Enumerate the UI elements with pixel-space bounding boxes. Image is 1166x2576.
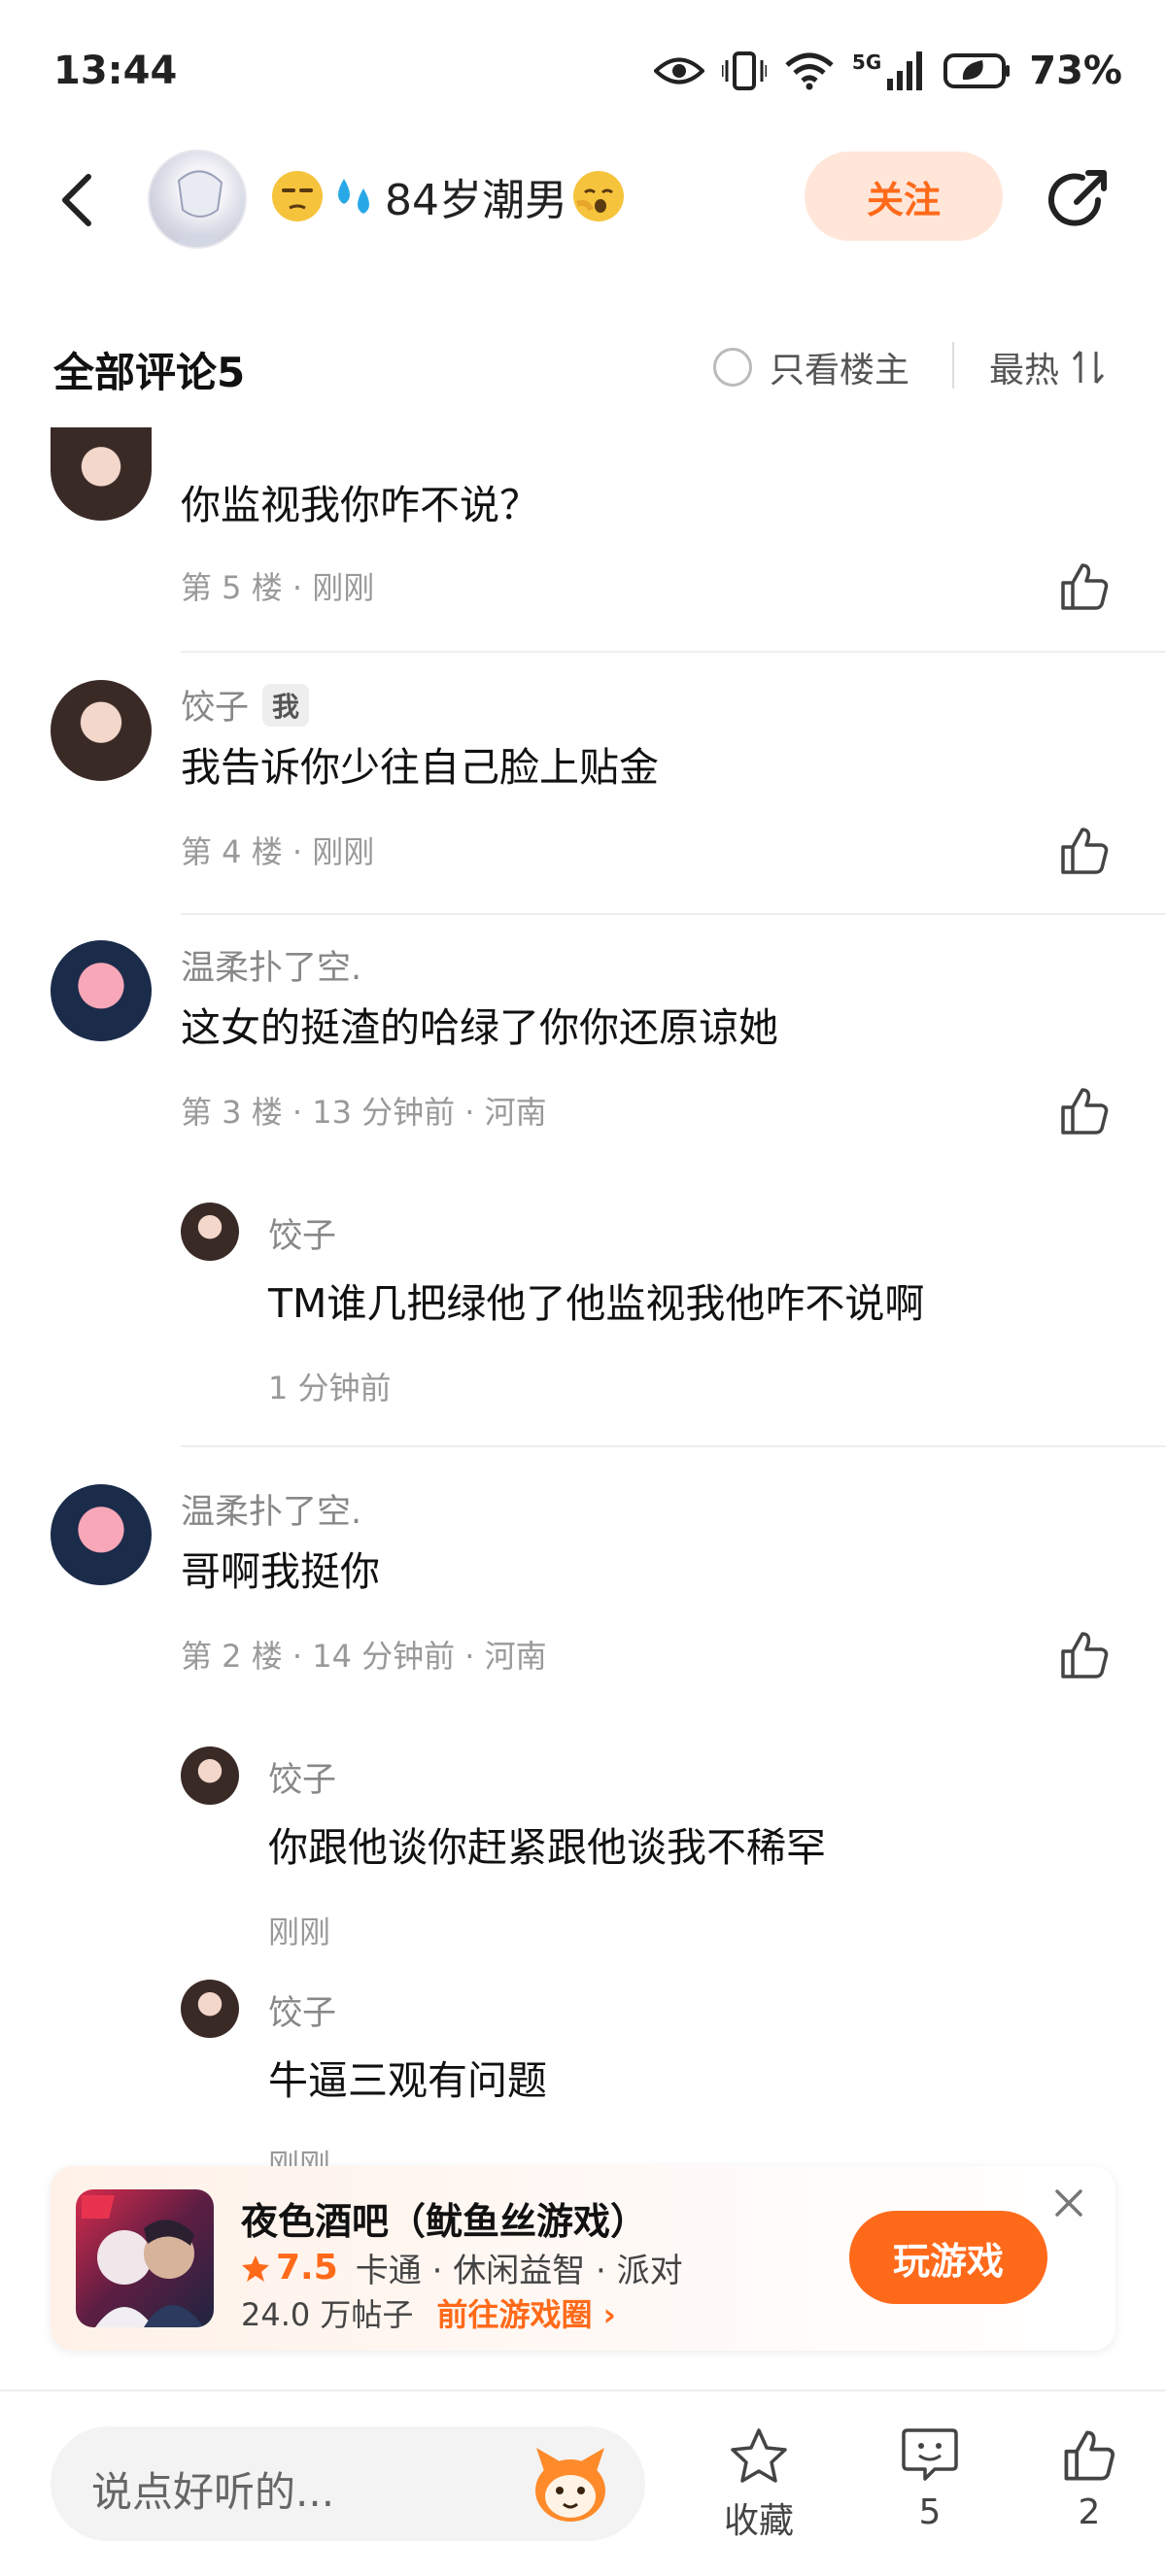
post-header: 84岁潮男 关注 [0,136,1166,262]
comment-meta: 第 5 楼 · 刚刚 [181,569,375,606]
wifi-icon [785,52,834,90]
game-circle-link-label: 前往游戏圈 [436,2296,593,2333]
comment-text[interactable]: 你监视我你咋不说？ [181,472,539,530]
reply-avatar[interactable] [181,1980,239,2038]
comment-button[interactable]: 5 [876,2426,983,2532]
like-icon[interactable] [1057,559,1112,614]
star-icon [242,2254,269,2282]
comment-text[interactable]: 我告诉你少往自己脸上贴金 [181,734,659,793]
yawning-emoji-icon [573,171,624,221]
author-name[interactable]: 84岁潮男 [272,165,624,227]
comment-text[interactable]: 这女的挺渣的哈绿了你你还原谅她 [181,995,778,1053]
comments-header: 全部评论5 只看楼主 最热 [0,321,1166,408]
battery-icon [943,53,1011,88]
comment-divider [181,651,1166,653]
sort-selector[interactable]: 最热 [989,342,1106,392]
chevron-right-icon: › [602,2296,616,2333]
play-game-button[interactable]: 玩游戏 [849,2211,1047,2304]
vibrate-icon [721,51,767,90]
commenter-avatar[interactable] [51,940,152,1041]
unamused-emoji-icon [272,171,323,221]
game-circle-link[interactable]: 前往游戏圈 › [436,2290,615,2335]
commenter-name-row: 饺子 我 [181,680,310,729]
sweat-drops-emoji-icon [328,171,379,221]
author-name-text: 84岁潮男 [385,176,567,225]
comment-input[interactable]: 说点好听的... [51,2426,645,2541]
star-outline-icon [731,2428,787,2483]
close-icon[interactable] [1051,2186,1086,2220]
share-icon[interactable] [1044,165,1112,233]
game-posts: 24.0 万帖子 [241,2296,414,2333]
bottom-action-bar: 说点好听的... 收藏 5 2 [0,2390,1166,2576]
reply-name[interactable]: 饺子 [268,1208,336,1258]
avatar-illustration [172,170,226,247]
game-score: 7.5 [276,2248,338,2288]
commenter-avatar[interactable] [51,680,152,781]
like-post-button[interactable]: 2 [1036,2426,1143,2532]
back-arrow-icon[interactable] [53,171,102,229]
reply-text[interactable]: 牛逼三观有问题 [268,2048,547,2106]
commenter-name[interactable]: 温柔扑了空. [181,1484,361,1534]
follow-button[interactable]: 关注 [805,152,1003,241]
battery-percent: 73% [1029,49,1122,93]
status-icons: 5G 73% [653,47,1122,95]
game-info-row: 7.5 卡通 · 休闲益智 · 派对 [241,2244,683,2291]
comment-input-placeholder: 说点好听的... [91,2468,335,2516]
comment-meta: 第 4 楼 · 刚刚 [181,833,375,870]
game-art [82,2195,204,2327]
me-badge: 我 [262,683,310,727]
commenter-avatar[interactable] [51,427,152,521]
reply-text[interactable]: TM谁几把绿他了他监视我他咋不说啊 [268,1271,924,1329]
mascot-emoji-icon[interactable] [527,2442,614,2525]
only-owner-label: 只看楼主 [770,351,910,390]
reply-name[interactable]: 饺子 [268,1752,336,1802]
reply-meta: 1 分钟前 [268,1370,392,1407]
commenter-name[interactable]: 温柔扑了空. [181,940,361,990]
reply-avatar[interactable] [181,1203,239,1261]
author-avatar[interactable] [148,150,247,249]
like-icon[interactable] [1057,1084,1112,1138]
network-type: 5G [851,51,882,74]
comments-title: 全部评论5 [53,349,246,396]
comment-meta: 第 2 楼 · 14 分钟前 · 河南 [181,1638,547,1675]
status-time: 13:44 [53,49,178,93]
game-title[interactable]: 夜色酒吧（鱿鱼丝游戏） [241,2191,647,2245]
like-icon[interactable] [1057,1628,1112,1682]
game-tags: 卡通 · 休闲益智 · 派对 [355,2252,683,2290]
commenter-name[interactable]: 饺子 [181,680,249,729]
eye-icon [653,57,704,85]
like-icon[interactable] [1057,824,1112,878]
comment-divider [181,913,1166,915]
only-owner-toggle[interactable]: 只看楼主 [713,342,909,392]
game-thumbnail[interactable] [76,2189,214,2327]
sort-label: 最热 [989,351,1060,390]
comment-text[interactable]: 哥啊我挺你 [181,1539,380,1597]
favorite-button[interactable]: 收藏 [705,2426,812,2543]
status-bar: 13:44 5G 73% [0,0,1166,136]
comment-meta: 第 3 楼 · 13 分钟前 · 河南 [181,1094,547,1131]
game-ad-card[interactable]: 夜色酒吧（鱿鱼丝游戏） 7.5 卡通 · 休闲益智 · 派对 24.0 万帖子 … [51,2166,1115,2351]
comment-divider [181,1445,1166,1447]
reply-avatar[interactable] [181,1746,239,1805]
comment-bubble-icon [902,2428,958,2481]
game-stats-row: 24.0 万帖子 前往游戏圈 › [241,2290,616,2335]
thumbs-up-icon [1064,2430,1115,2481]
commenter-avatar[interactable] [51,1484,152,1585]
header-divider [952,342,954,389]
game-score-group: 7.5 [241,2248,338,2288]
favorite-label: 收藏 [723,2501,794,2541]
reply-name[interactable]: 饺子 [268,1985,336,2035]
signal-icon [887,51,923,90]
sort-arrows-icon [1072,351,1105,384]
only-owner-radio[interactable] [713,348,752,387]
like-count: 2 [1078,2492,1101,2532]
reply-text[interactable]: 你跟他谈你赶紧跟他谈我不稀罕 [268,1814,826,1873]
reply-meta: 刚刚 [268,1914,331,1950]
comment-count: 5 [918,2492,942,2532]
